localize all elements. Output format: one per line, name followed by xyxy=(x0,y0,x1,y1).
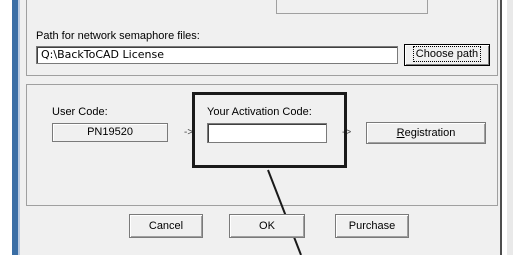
choose-path-label: Choose path xyxy=(412,46,482,62)
user-code-field: PN19520 xyxy=(52,123,168,142)
purchase-button[interactable]: Purchase xyxy=(335,214,409,238)
registration-button[interactable]: Registration xyxy=(366,122,486,144)
choose-path-button[interactable]: Choose path xyxy=(404,44,490,66)
ok-button[interactable]: OK xyxy=(229,214,305,238)
cancel-button[interactable]: Cancel xyxy=(129,214,203,238)
callout-highlight-box xyxy=(192,92,347,168)
registration-label: egistration xyxy=(404,127,456,139)
upper-group-box-fragment xyxy=(276,0,428,14)
window-right-edge xyxy=(500,0,502,255)
license-dialog: Path for network semaphore files: Q:\Bac… xyxy=(0,0,513,255)
registration-mnemonic: R xyxy=(396,127,405,139)
path-input[interactable]: Q:\BackToCAD License xyxy=(36,46,398,64)
path-label: Path for network semaphore files: xyxy=(36,30,200,42)
window-right-background xyxy=(507,0,513,255)
user-code-label: User Code: xyxy=(52,106,108,118)
